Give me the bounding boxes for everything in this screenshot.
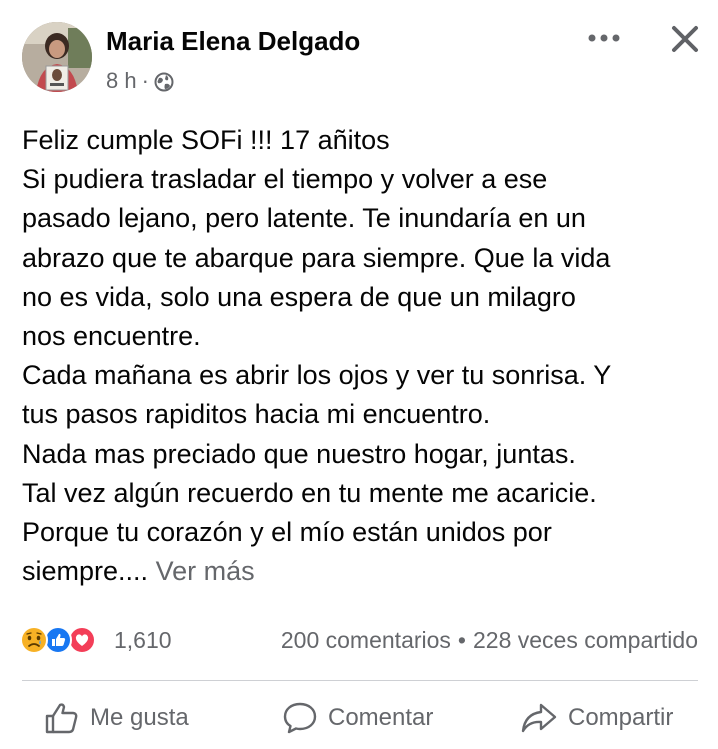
share-button[interactable]: Compartir (520, 692, 673, 744)
divider (22, 680, 698, 681)
close-icon (672, 26, 698, 52)
post-stats: 1,610 200 comentarios • 228 veces compar… (0, 622, 718, 660)
post-header: Maria Elena Delgado 8 h · (0, 0, 718, 110)
post-text-line: pasado lejano, pero latente. Te inundarí… (22, 203, 586, 234)
comments-count[interactable]: 200 comentarios (281, 627, 451, 654)
post-body: Feliz cumple SOFi !!! 17 añitos Si pudie… (22, 121, 706, 591)
sad-reaction-icon (20, 626, 48, 654)
see-more-link[interactable]: Ver más (156, 556, 255, 586)
post-text-line: abrazo que te abarque para siempre. Que … (22, 242, 611, 273)
post-text-line: nos encuentre. (22, 321, 201, 352)
post-text-line: no es vida, solo una espera de que un mi… (22, 281, 576, 312)
more-options-button[interactable] (584, 20, 624, 56)
comment-bubble-icon (283, 702, 317, 734)
meta-separator: · (141, 68, 149, 93)
post-text-line: Porque tu corazón y el mío están unidos … (22, 517, 552, 548)
reaction-count[interactable]: 1,610 (114, 627, 172, 654)
post-text-line: Cada mañana es abrir los ojos y ver tu s… (22, 360, 612, 391)
post-text-last-line: siempre.... Ver más (22, 552, 706, 591)
love-reaction-icon (68, 626, 96, 654)
engagement-stats: 200 comentarios • 228 veces compartido (281, 627, 698, 654)
like-button[interactable]: Me gusta (44, 692, 189, 744)
globe-icon (154, 72, 174, 92)
shares-count[interactable]: 228 veces compartido (473, 627, 698, 654)
post-text-line: Nada mas preciado que nuestro hogar, jun… (22, 438, 576, 469)
post-text-line-end: siempre.... (22, 556, 149, 587)
author-name[interactable]: Maria Elena Delgado (106, 26, 360, 57)
comment-label: Comentar (328, 704, 434, 731)
thumbs-up-icon (45, 703, 78, 734)
reaction-icons[interactable] (20, 626, 110, 656)
post-time[interactable]: 8 h (106, 68, 137, 94)
close-button[interactable] (664, 18, 706, 60)
share-arrow-icon (521, 703, 557, 733)
post-text-line: Si pudiera trasladar el tiempo y volver … (22, 164, 548, 195)
like-reaction-icon (44, 626, 72, 654)
like-label: Me gusta (90, 704, 189, 731)
stats-separator: • (457, 627, 466, 653)
share-label: Compartir (568, 704, 674, 731)
more-horizontal-icon (588, 34, 620, 42)
author-avatar[interactable] (22, 22, 92, 92)
post-text-line: tus pasos rapiditos hacia mi encuentro. (22, 399, 491, 430)
action-bar: Me gusta Comentar Compartir (0, 692, 718, 744)
post-text-line: Tal vez algún recuerdo en tu mente me ac… (22, 477, 597, 508)
comment-button[interactable]: Comentar (282, 692, 433, 744)
post-text-line: Feliz cumple SOFi !!! 17 añitos (22, 125, 390, 155)
post-meta: 8 h · (106, 68, 174, 94)
